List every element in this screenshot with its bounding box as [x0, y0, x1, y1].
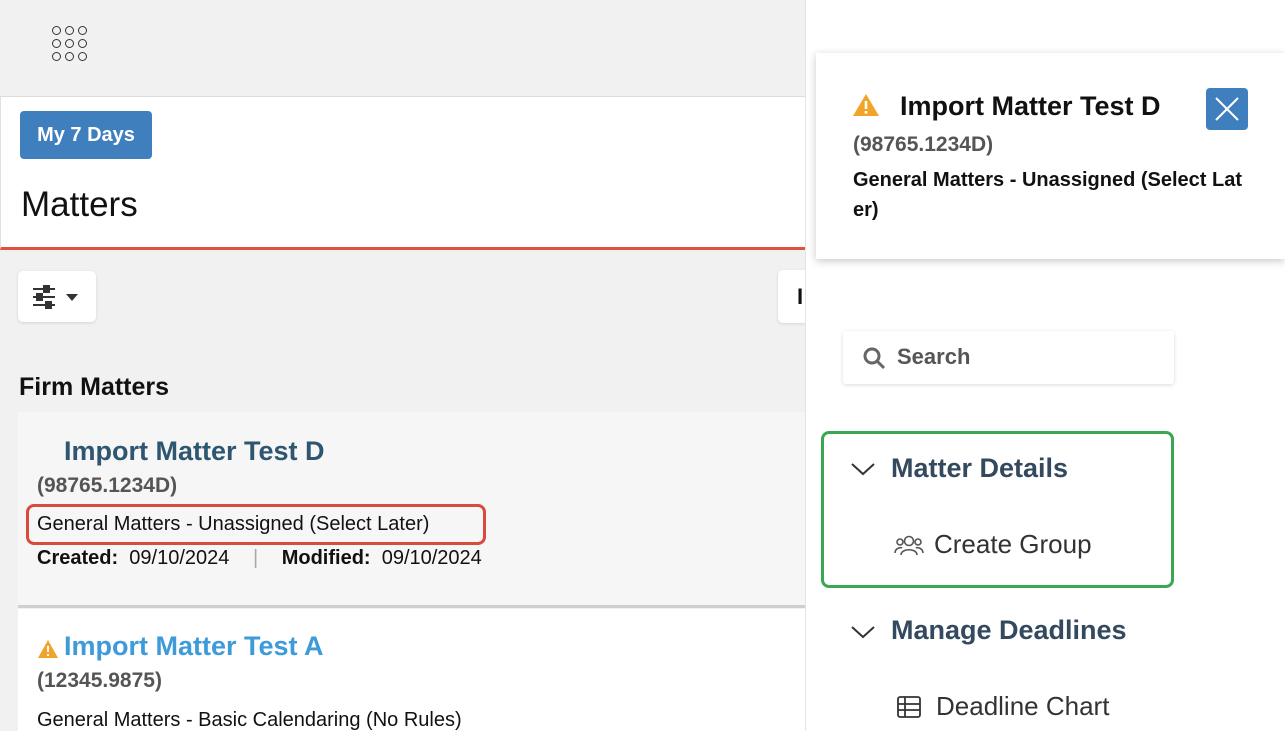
right-side-panel: Import Matter Test D (98765.1234D) Gener…: [805, 0, 1285, 731]
close-icon: [1215, 97, 1239, 121]
matter-number: (12345.9875): [37, 669, 162, 692]
top-bar: [0, 0, 805, 97]
page-title: Matters: [21, 185, 138, 224]
page-header: My 7 Days Matters: [0, 97, 805, 250]
warning-icon: [853, 94, 879, 116]
search-box[interactable]: [843, 331, 1174, 384]
search-icon: [863, 347, 886, 370]
table-icon: [897, 696, 921, 718]
modified-label: Modified:: [281, 547, 371, 569]
matter-category: General Matters - Unassigned (Select Lat…: [37, 513, 430, 535]
matter-dates: Created: 09/10/2024 | Modified: 09/10/20…: [37, 547, 482, 570]
menu-item-label: Create Group: [934, 529, 1092, 559]
group-header-matter-details[interactable]: Matter Details: [891, 453, 1068, 484]
notification-category: General Matters - Unassigned (Select Lat…: [853, 169, 1243, 221]
chevron-down-icon[interactable]: [850, 624, 876, 640]
matter-card[interactable]: Import Matter Test D (98765.1234D) Gener…: [18, 412, 805, 608]
matter-title-link[interactable]: Import Matter Test A: [64, 631, 324, 662]
matter-title-link[interactable]: Import Matter Test D: [64, 436, 325, 467]
matter-number: (98765.1234D): [37, 474, 178, 497]
section-title: Firm Matters: [19, 373, 170, 401]
created-label: Created:: [37, 547, 119, 569]
created-date: 09/10/2024: [129, 547, 230, 569]
close-button[interactable]: [1206, 88, 1248, 130]
search-input[interactable]: [897, 340, 1157, 374]
users-icon: [894, 535, 924, 556]
app-grid-icon[interactable]: [52, 26, 92, 62]
matter-notification-card: Import Matter Test D (98765.1234D) Gener…: [816, 53, 1285, 259]
matter-category: General Matters - Basic Calendaring (No …: [37, 709, 462, 731]
menu-item-label: Deadline Chart: [936, 691, 1110, 721]
secondary-control-stub[interactable]: I: [778, 270, 805, 323]
notification-number: (98765.1234D): [853, 133, 994, 156]
my-7-days-button[interactable]: My 7 Days: [20, 111, 152, 159]
notification-title: Import Matter Test D: [900, 91, 1161, 121]
modified-date: 09/10/2024: [381, 547, 482, 569]
caret-down-icon: [66, 294, 78, 301]
matter-card[interactable]: Import Matter Test A (12345.9875) Genera…: [18, 609, 805, 731]
group-header-manage-deadlines[interactable]: Manage Deadlines: [891, 615, 1127, 646]
sliders-icon: [33, 285, 78, 309]
filter-dropdown-button[interactable]: [18, 271, 96, 322]
divider: |: [252, 547, 259, 569]
warning-icon: [38, 640, 58, 658]
side-stub-text: I: [797, 284, 804, 309]
chevron-down-icon[interactable]: [850, 461, 876, 477]
